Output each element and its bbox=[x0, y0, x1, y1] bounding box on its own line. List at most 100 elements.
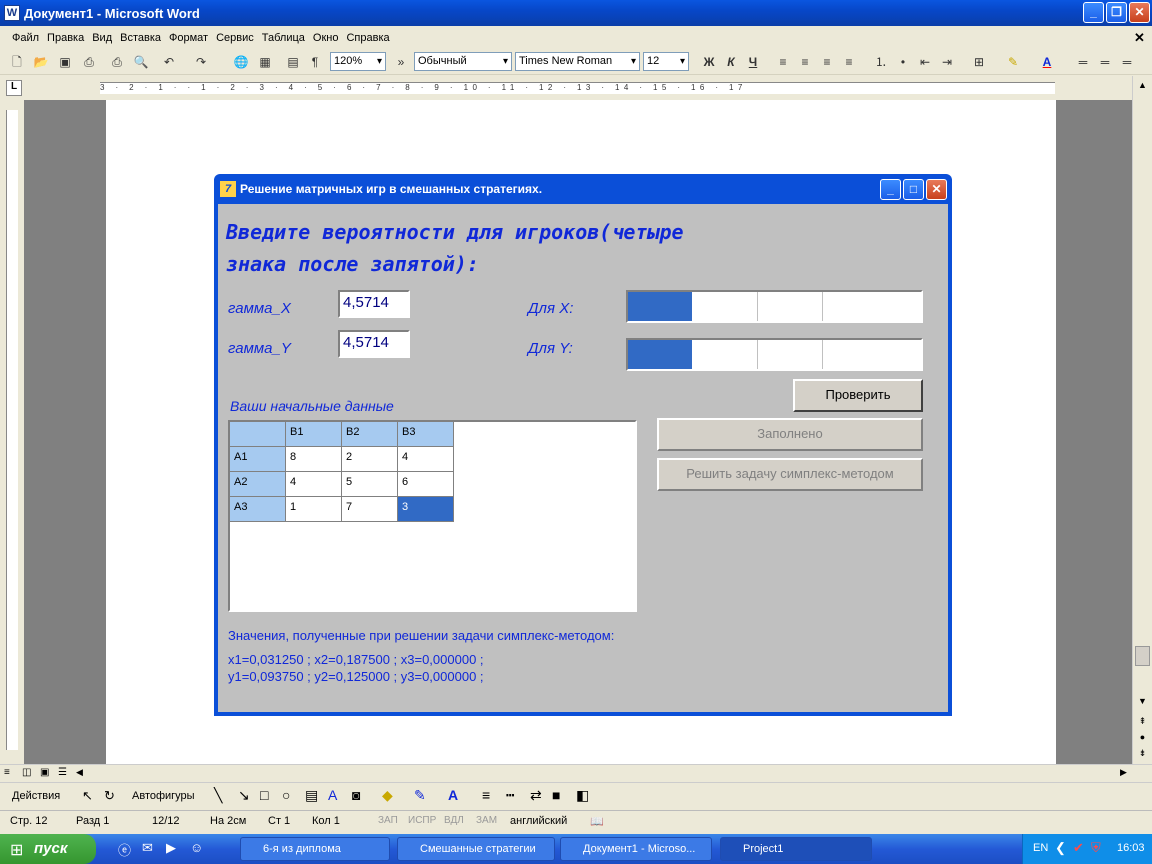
arrow-style-icon[interactable]: ⇄ bbox=[530, 787, 542, 804]
redo-icon[interactable]: ↷ bbox=[192, 53, 210, 71]
grid-cell[interactable]: 5 bbox=[342, 472, 398, 497]
line-color-icon[interactable]: ✎ bbox=[414, 787, 426, 804]
security-icon[interactable]: ⛨ bbox=[1091, 840, 1101, 856]
shadow-icon[interactable]: ■ bbox=[552, 787, 560, 803]
permission-icon[interactable]: ⎙ bbox=[80, 53, 98, 71]
web-view-icon[interactable]: ◫ bbox=[22, 767, 31, 778]
numbering-icon[interactable]: ⒈ bbox=[872, 53, 890, 71]
filled-button[interactable]: Заполнено bbox=[657, 418, 923, 451]
fill-color-icon[interactable]: ◆ bbox=[382, 787, 393, 804]
ruler-scale[interactable]: 3 · 2 · 1 · · 1 · 2 · 3 · 4 · 5 · 6 · 7 … bbox=[100, 82, 1055, 94]
menu-view[interactable]: Вид bbox=[92, 32, 112, 44]
style-select[interactable]: Обычный bbox=[414, 52, 512, 71]
dialog-maximize-button[interactable]: □ bbox=[903, 179, 924, 200]
decrease-indent-icon[interactable]: ⇤ bbox=[916, 53, 934, 71]
gamma-y-input[interactable]: 4,5714 bbox=[338, 330, 410, 358]
tray-arrow-icon[interactable]: ❮ bbox=[1055, 840, 1066, 856]
restore-button[interactable]: ❐ bbox=[1106, 2, 1127, 23]
solve-simplex-button[interactable]: Решить задачу симплекс-методом bbox=[657, 458, 923, 491]
save-icon[interactable]: ▣ bbox=[56, 53, 74, 71]
ie-icon[interactable]: ⓔ bbox=[118, 840, 131, 859]
menu-window[interactable]: Окно bbox=[313, 32, 339, 44]
status-track[interactable]: ИСПР bbox=[408, 815, 436, 826]
print-layout-icon[interactable]: ▣ bbox=[40, 767, 49, 778]
hyperlink-icon[interactable]: 🌐 bbox=[232, 53, 250, 71]
close-button[interactable]: ✕ bbox=[1129, 2, 1150, 23]
open-icon[interactable]: 📂 bbox=[32, 53, 50, 71]
grid-cell-selected[interactable]: 3 bbox=[398, 497, 454, 522]
previous-page-icon[interactable]: ⇞ bbox=[1135, 716, 1150, 731]
align-right-icon[interactable]: ≡ bbox=[818, 53, 836, 71]
outline-view-icon[interactable]: ☰ bbox=[58, 767, 67, 778]
outlook-icon[interactable]: ✉ bbox=[142, 840, 153, 856]
menu-format[interactable]: Формат bbox=[169, 32, 208, 44]
actions-menu[interactable]: Действия bbox=[12, 790, 60, 802]
undo-icon[interactable]: ↶ bbox=[160, 53, 178, 71]
wordart-icon[interactable]: A bbox=[328, 787, 337, 803]
align-left-icon[interactable]: ≡ bbox=[774, 53, 792, 71]
minimize-button[interactable]: _ bbox=[1083, 2, 1104, 23]
bullets-icon[interactable]: • bbox=[894, 53, 912, 71]
menu-file[interactable]: Файл bbox=[12, 32, 39, 44]
grid-cell[interactable]: 4 bbox=[286, 472, 342, 497]
grid-cell[interactable]: 6 bbox=[398, 472, 454, 497]
rectangle-icon[interactable]: □ bbox=[260, 787, 268, 803]
grid-cell[interactable]: 7 bbox=[342, 497, 398, 522]
line-style-icon[interactable]: ═ bbox=[1074, 53, 1092, 71]
gamma-x-input[interactable]: 4,5714 bbox=[338, 290, 410, 318]
dash-style-icon[interactable]: ┅ bbox=[506, 787, 514, 804]
horizontal-scrollbar[interactable]: ≡ ◫ ▣ ☰ ◀ ▶ bbox=[0, 764, 1152, 782]
scroll-thumb[interactable] bbox=[1135, 646, 1150, 666]
rotate-icon[interactable]: ↻ bbox=[104, 788, 115, 804]
line-icon[interactable]: ╲ bbox=[214, 787, 222, 804]
grid-cell[interactable]: 2 bbox=[342, 447, 398, 472]
autoshapes-menu[interactable]: Автофигуры bbox=[132, 790, 195, 802]
show-formatting-icon[interactable]: ¶ bbox=[306, 53, 324, 71]
print-icon[interactable]: ⎙ bbox=[108, 53, 126, 71]
language-indicator[interactable]: EN bbox=[1033, 842, 1048, 854]
draw-font-color-icon[interactable]: A bbox=[448, 787, 458, 803]
task-folder-diploma[interactable]: 6-я из диплома bbox=[240, 837, 390, 861]
next-page-icon[interactable]: ⇟ bbox=[1135, 748, 1150, 763]
vertical-scrollbar[interactable]: ▲ ▼ ⇞ ● ⇟ bbox=[1132, 76, 1152, 764]
task-project1[interactable]: Project1 bbox=[720, 837, 872, 861]
tables-icon[interactable]: ▦ bbox=[256, 53, 274, 71]
task-word[interactable]: Документ1 - Microso... bbox=[560, 837, 712, 861]
line-style-icon-2[interactable]: ═ bbox=[1096, 53, 1114, 71]
grid-cell[interactable]: 8 bbox=[286, 447, 342, 472]
highlight-icon[interactable]: ✎ bbox=[1004, 53, 1022, 71]
status-overtype[interactable]: ЗАМ bbox=[476, 815, 497, 826]
menu-table[interactable]: Таблица bbox=[262, 32, 305, 44]
font-size-select[interactable]: 12 bbox=[643, 52, 689, 71]
print-preview-icon[interactable]: 🔍 bbox=[132, 53, 150, 71]
textbox-icon[interactable]: ▤ bbox=[305, 787, 318, 804]
scroll-right-icon[interactable]: ▶ bbox=[1120, 767, 1127, 778]
underline-button[interactable]: Ч bbox=[744, 53, 762, 71]
menu-help[interactable]: Справка bbox=[346, 32, 389, 44]
payoff-matrix-grid[interactable]: B1 B2 B3 A1 8 2 4 A2 4 5 6 A3 1 7 3 bbox=[228, 420, 637, 612]
scroll-down-icon[interactable]: ▼ bbox=[1135, 696, 1150, 711]
justify-icon[interactable]: ≡ bbox=[840, 53, 858, 71]
browse-object-icon[interactable]: ● bbox=[1135, 732, 1150, 747]
menu-tools[interactable]: Сервис bbox=[216, 32, 254, 44]
line-weight-icon[interactable]: ≡ bbox=[482, 787, 490, 803]
dialog-close-button[interactable]: ✕ bbox=[926, 179, 947, 200]
zoom-select[interactable]: 120% bbox=[330, 52, 386, 71]
clipart-icon[interactable]: ◙ bbox=[352, 787, 360, 803]
grid-cell[interactable]: 1 bbox=[286, 497, 342, 522]
borders-icon[interactable]: ⊞ bbox=[970, 53, 988, 71]
3d-icon[interactable]: ◧ bbox=[576, 787, 589, 804]
italic-button[interactable]: К bbox=[722, 53, 740, 71]
menu-edit[interactable]: Правка bbox=[47, 32, 84, 44]
status-extend[interactable]: ВДЛ bbox=[444, 815, 464, 826]
check-button[interactable]: Проверить bbox=[793, 379, 923, 412]
font-color-icon[interactable]: A bbox=[1038, 53, 1056, 71]
media-player-icon[interactable]: ▶ bbox=[166, 840, 176, 856]
spelling-icon[interactable]: 📖 bbox=[590, 815, 604, 828]
bold-button[interactable]: Ж bbox=[700, 53, 718, 71]
align-center-icon[interactable]: ≡ bbox=[796, 53, 814, 71]
oval-icon[interactable]: ○ bbox=[282, 787, 290, 803]
messenger-icon[interactable]: ☺ bbox=[190, 840, 203, 855]
font-select[interactable]: Times New Roman bbox=[515, 52, 640, 71]
dialog-minimize-button[interactable]: _ bbox=[880, 179, 901, 200]
